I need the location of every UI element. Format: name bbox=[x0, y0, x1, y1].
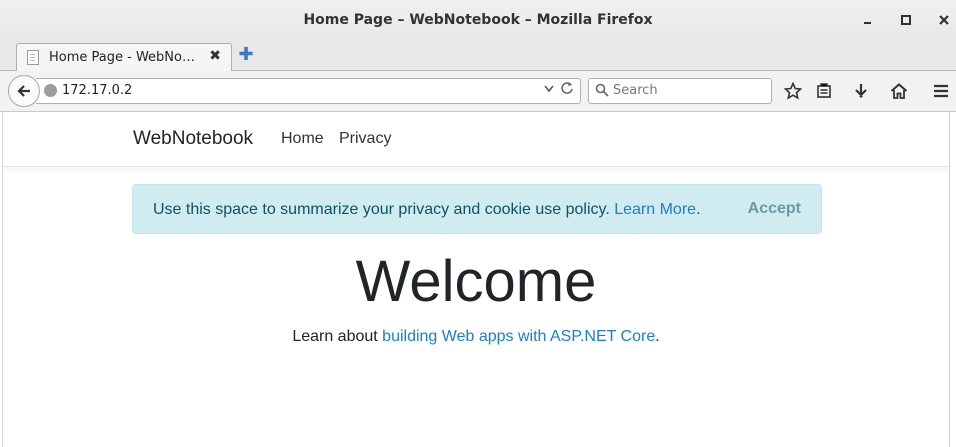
url-text[interactable]: 172.17.0.2 bbox=[62, 83, 132, 98]
viewport-right-border bbox=[949, 112, 950, 447]
welcome-heading: Welcome bbox=[355, 249, 597, 314]
home-icon[interactable] bbox=[887, 79, 911, 103]
download-icon[interactable] bbox=[849, 79, 873, 103]
aspnet-docs-link[interactable]: building Web apps with ASP.NET Core bbox=[382, 328, 655, 345]
search-input[interactable] bbox=[613, 81, 763, 99]
reading-list-icon[interactable] bbox=[812, 79, 836, 103]
back-arrow-icon bbox=[17, 85, 30, 97]
learn-suffix: . bbox=[655, 328, 660, 345]
brand-link[interactable]: WebNotebook bbox=[133, 128, 253, 150]
bookmark-star-icon[interactable] bbox=[781, 79, 805, 103]
cookie-message: Use this space to summarize your privacy… bbox=[153, 201, 701, 219]
learn-more-link[interactable]: Learn More bbox=[614, 201, 696, 218]
learn-prefix: Learn about bbox=[292, 328, 383, 345]
back-button[interactable] bbox=[8, 75, 40, 107]
tab-close-icon[interactable]: ✖ bbox=[209, 48, 221, 64]
cookie-consent-alert: Use this space to summarize your privacy… bbox=[132, 184, 822, 234]
cookie-text: Use this space to summarize your privacy… bbox=[153, 201, 615, 218]
search-icon bbox=[595, 83, 609, 97]
reload-icon[interactable] bbox=[560, 81, 574, 99]
page-icon bbox=[27, 50, 39, 65]
minimize-icon[interactable] bbox=[858, 10, 878, 30]
window-titlebar: Home Page – WebNotebook – Mozilla Firefo… bbox=[0, 0, 956, 42]
dropdown-icon[interactable] bbox=[544, 83, 554, 96]
maximize-icon[interactable] bbox=[896, 10, 916, 30]
new-tab-icon[interactable]: ✚ bbox=[238, 46, 254, 64]
search-box[interactable] bbox=[588, 78, 772, 104]
tab-strip: Home Page - WebNo… ✖ ✚ bbox=[0, 42, 956, 71]
close-icon[interactable] bbox=[934, 10, 954, 30]
accept-button[interactable]: Accept bbox=[748, 200, 801, 218]
menu-icon[interactable] bbox=[929, 79, 953, 103]
globe-icon bbox=[44, 84, 57, 97]
nav-toolbar: 172.17.0.2 bbox=[0, 71, 956, 112]
window-title: Home Page – WebNotebook – Mozilla Firefo… bbox=[303, 12, 653, 28]
learn-paragraph: Learn about building Web apps with ASP.N… bbox=[3, 328, 949, 346]
nav-home-link[interactable]: Home bbox=[281, 130, 324, 148]
page-viewport: WebNotebook Home Privacy Use this space … bbox=[3, 112, 949, 447]
tab-home-page[interactable]: Home Page - WebNo… ✖ bbox=[16, 43, 232, 71]
url-bar[interactable]: 172.17.0.2 bbox=[36, 78, 581, 104]
cookie-period: . bbox=[696, 201, 701, 218]
site-header: WebNotebook Home Privacy bbox=[3, 112, 949, 167]
nav-privacy-link[interactable]: Privacy bbox=[339, 130, 391, 148]
tab-label: Home Page - WebNo… bbox=[49, 50, 195, 65]
